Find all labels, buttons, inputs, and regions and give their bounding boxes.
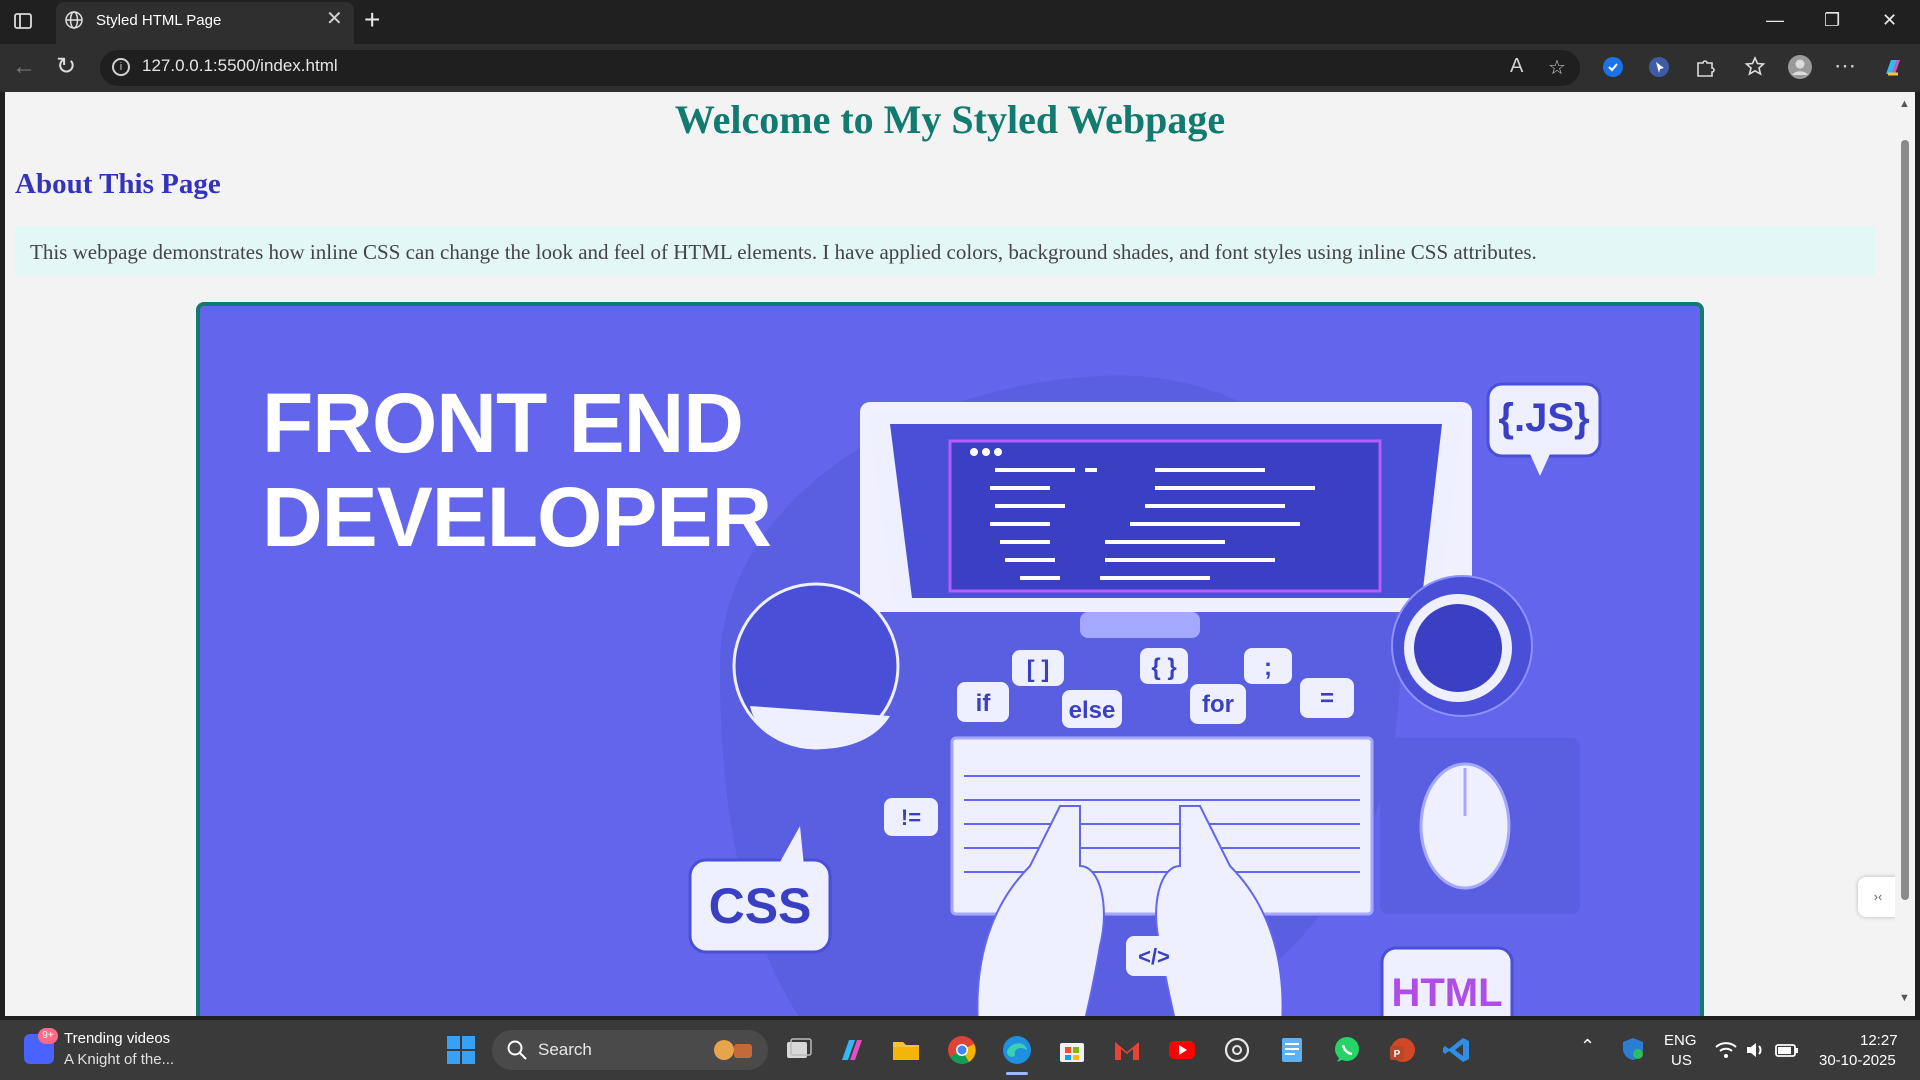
globe-icon — [65, 11, 83, 29]
news-title[interactable]: Trending videos — [64, 1030, 170, 1047]
page-paragraph: This webpage demonstrates how inline CSS… — [15, 226, 1875, 276]
reload-button[interactable]: ↻ — [56, 52, 76, 81]
edge-active-indicator — [1006, 1072, 1028, 1075]
youtube-icon[interactable] — [1166, 1034, 1198, 1066]
language-region[interactable]: US — [1671, 1052, 1692, 1069]
favorites-icon[interactable] — [1742, 54, 1768, 80]
chatgpt-icon[interactable] — [1221, 1034, 1253, 1066]
svg-text:</>: </> — [1138, 944, 1170, 969]
microsoft-store-icon[interactable] — [1056, 1034, 1088, 1066]
file-explorer-icon[interactable] — [890, 1034, 922, 1066]
back-button[interactable]: ← — [12, 53, 36, 81]
svg-text:!=: != — [901, 805, 921, 830]
scroll-up-icon[interactable]: ▲ — [1899, 98, 1910, 110]
tab-actions-icon[interactable] — [12, 10, 34, 32]
search-icon — [507, 1040, 527, 1060]
language-code[interactable]: ENG — [1664, 1032, 1697, 1049]
volume-icon[interactable] — [1744, 1038, 1768, 1062]
tab-close-icon[interactable]: ✕ — [326, 9, 343, 29]
copilot-app-icon[interactable] — [836, 1034, 868, 1066]
read-aloud-icon[interactable]: A — [1510, 55, 1523, 78]
profile-avatar-icon[interactable] — [1787, 54, 1813, 80]
notepad-icon[interactable] — [1276, 1034, 1308, 1066]
bubble-html: HTML — [1391, 971, 1502, 1015]
favorite-star-icon[interactable]: ☆ — [1548, 55, 1566, 80]
hero-title: FRONT END DEVELOPER — [262, 376, 772, 564]
show-hidden-icons[interactable]: ⌃ — [1580, 1036, 1595, 1057]
search-label: Search — [538, 1040, 592, 1059]
whatsapp-icon[interactable] — [1331, 1034, 1363, 1066]
bubble-css: CSS — [709, 878, 812, 934]
svg-text:[ ]: [ ] — [1027, 656, 1050, 683]
hero-image: {.JS} if [ ] else { } for ; = != CSS </>… — [196, 302, 1704, 1016]
svg-text:P: P — [1394, 1049, 1401, 1060]
wifi-icon[interactable] — [1714, 1038, 1738, 1062]
task-view-icon[interactable] — [782, 1034, 814, 1066]
page-viewport: Welcome to My Styled Webpage About This … — [5, 92, 1895, 1016]
svg-text:=: = — [1320, 685, 1334, 712]
taskbar: 9+ Trending videos A Knight of the... Se… — [0, 1020, 1920, 1080]
browser-titlebar: Styled HTML Page ✕ + — ❐ ✕ — [0, 0, 1920, 44]
battery-icon[interactable] — [1774, 1038, 1800, 1062]
gmail-icon[interactable] — [1111, 1034, 1143, 1066]
scroll-down-icon[interactable]: ▼ — [1899, 992, 1910, 1004]
powerpoint-icon[interactable]: P — [1386, 1034, 1418, 1066]
scrollbar-thumb[interactable] — [1901, 140, 1909, 900]
svg-text:for: for — [1202, 691, 1234, 718]
new-tab-button[interactable]: + — [364, 4, 380, 36]
svg-text:;: ; — [1264, 654, 1272, 681]
close-window-button[interactable]: ✕ — [1882, 10, 1897, 31]
svg-text:{ }: { } — [1151, 654, 1176, 681]
extension-cursor-icon[interactable] — [1646, 54, 1672, 80]
news-subtitle[interactable]: A Knight of the... — [64, 1051, 174, 1068]
tab-title: Styled HTML Page — [96, 12, 222, 29]
page-subheading: About This Page — [15, 168, 221, 200]
bubble-js: {.JS} — [1498, 396, 1589, 440]
copilot-icon[interactable] — [1880, 54, 1906, 80]
search-highlight-icon — [714, 1040, 752, 1060]
minimize-button[interactable]: — — [1766, 10, 1784, 31]
svg-text:if: if — [976, 690, 992, 717]
news-badge: 9+ — [38, 1028, 58, 1044]
site-info-icon[interactable]: i — [112, 58, 130, 76]
extension-shield-icon[interactable] — [1600, 54, 1626, 80]
start-windows-icon[interactable] — [445, 1034, 477, 1066]
clock-time[interactable]: 12:27 — [1860, 1032, 1898, 1049]
more-options-icon[interactable]: ⋯ — [1834, 53, 1856, 79]
browser-toolbar: ← ↻ i 127.0.0.1:5500/index.html A ☆ ⋯ — [0, 44, 1920, 92]
vscode-icon[interactable] — [1441, 1034, 1473, 1066]
clock-date[interactable]: 30-10-2025 — [1819, 1052, 1896, 1069]
page-scrollbar[interactable]: ▲ ▼ — [1895, 92, 1915, 1016]
chrome-icon[interactable] — [946, 1034, 978, 1066]
svg-text:else: else — [1069, 697, 1116, 724]
edge-icon[interactable] — [1001, 1034, 1033, 1066]
window-frame-right — [1915, 92, 1920, 1016]
sidebar-toggle-icon[interactable]: ›‹ — [1858, 877, 1895, 917]
defender-icon[interactable] — [1620, 1036, 1646, 1062]
extensions-puzzle-icon[interactable] — [1692, 54, 1718, 80]
url-text[interactable]: 127.0.0.1:5500/index.html — [142, 56, 338, 76]
page-heading: Welcome to My Styled Webpage — [674, 97, 1226, 142]
maximize-button[interactable]: ❐ — [1824, 10, 1840, 31]
